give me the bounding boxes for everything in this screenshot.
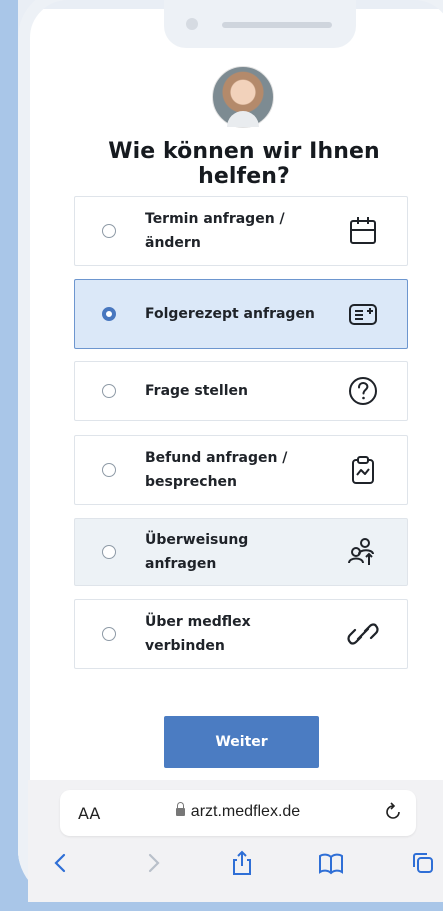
lock-icon	[175, 802, 185, 816]
forward-icon[interactable]	[140, 850, 166, 876]
camera-icon	[186, 18, 198, 30]
doctor-avatar	[212, 66, 274, 128]
radio-button[interactable]	[102, 224, 116, 238]
clipboard-chart-icon	[352, 456, 374, 484]
option-label: Über medflex verbinden	[145, 614, 251, 654]
back-icon[interactable]	[48, 850, 74, 876]
url-text: arzt.medflex.de	[190, 803, 301, 820]
option-question[interactable]: Frage stellen	[74, 361, 408, 421]
tabs-icon[interactable]	[410, 850, 436, 876]
option-label: Befund anfragen / besprechen	[145, 450, 288, 490]
page-title: Wie können wir Ihnen helfen?	[108, 139, 380, 189]
radio-button[interactable]	[102, 463, 116, 477]
share-icon[interactable]	[229, 850, 255, 876]
option-label: Frage stellen	[145, 383, 248, 399]
phone-notch	[164, 0, 356, 48]
option-medflex[interactable]: Über medflex verbinden	[74, 599, 408, 669]
option-referral[interactable]: Überweisung anfragen	[74, 518, 408, 586]
speaker-icon	[222, 22, 332, 28]
reload-icon[interactable]	[382, 801, 404, 823]
radio-button[interactable]	[102, 384, 116, 398]
option-label: Folgerezept anfragen	[145, 306, 315, 322]
option-label: Termin anfragen / ändern	[145, 211, 285, 251]
referral-icon	[348, 538, 374, 565]
link-icon	[347, 623, 379, 645]
address-bar[interactable]: AA arzt.medflex.de	[60, 790, 416, 836]
option-label: Überweisung anfragen	[145, 532, 249, 572]
question-icon	[349, 377, 377, 405]
option-prescription[interactable]: Folgerezept anfragen	[74, 279, 408, 349]
url-display[interactable]: arzt.medflex.de	[60, 802, 416, 821]
option-findings[interactable]: Befund anfragen / besprechen	[74, 435, 408, 505]
radio-button[interactable]	[102, 545, 116, 559]
prescription-add-icon	[349, 304, 377, 325]
calendar-icon	[350, 217, 376, 244]
option-appointment[interactable]: Termin anfragen / ändern	[74, 196, 408, 266]
radio-button-checked[interactable]	[102, 307, 116, 321]
bookmarks-icon[interactable]	[318, 850, 344, 876]
radio-button[interactable]	[102, 627, 116, 641]
continue-button[interactable]: Weiter	[164, 716, 319, 768]
